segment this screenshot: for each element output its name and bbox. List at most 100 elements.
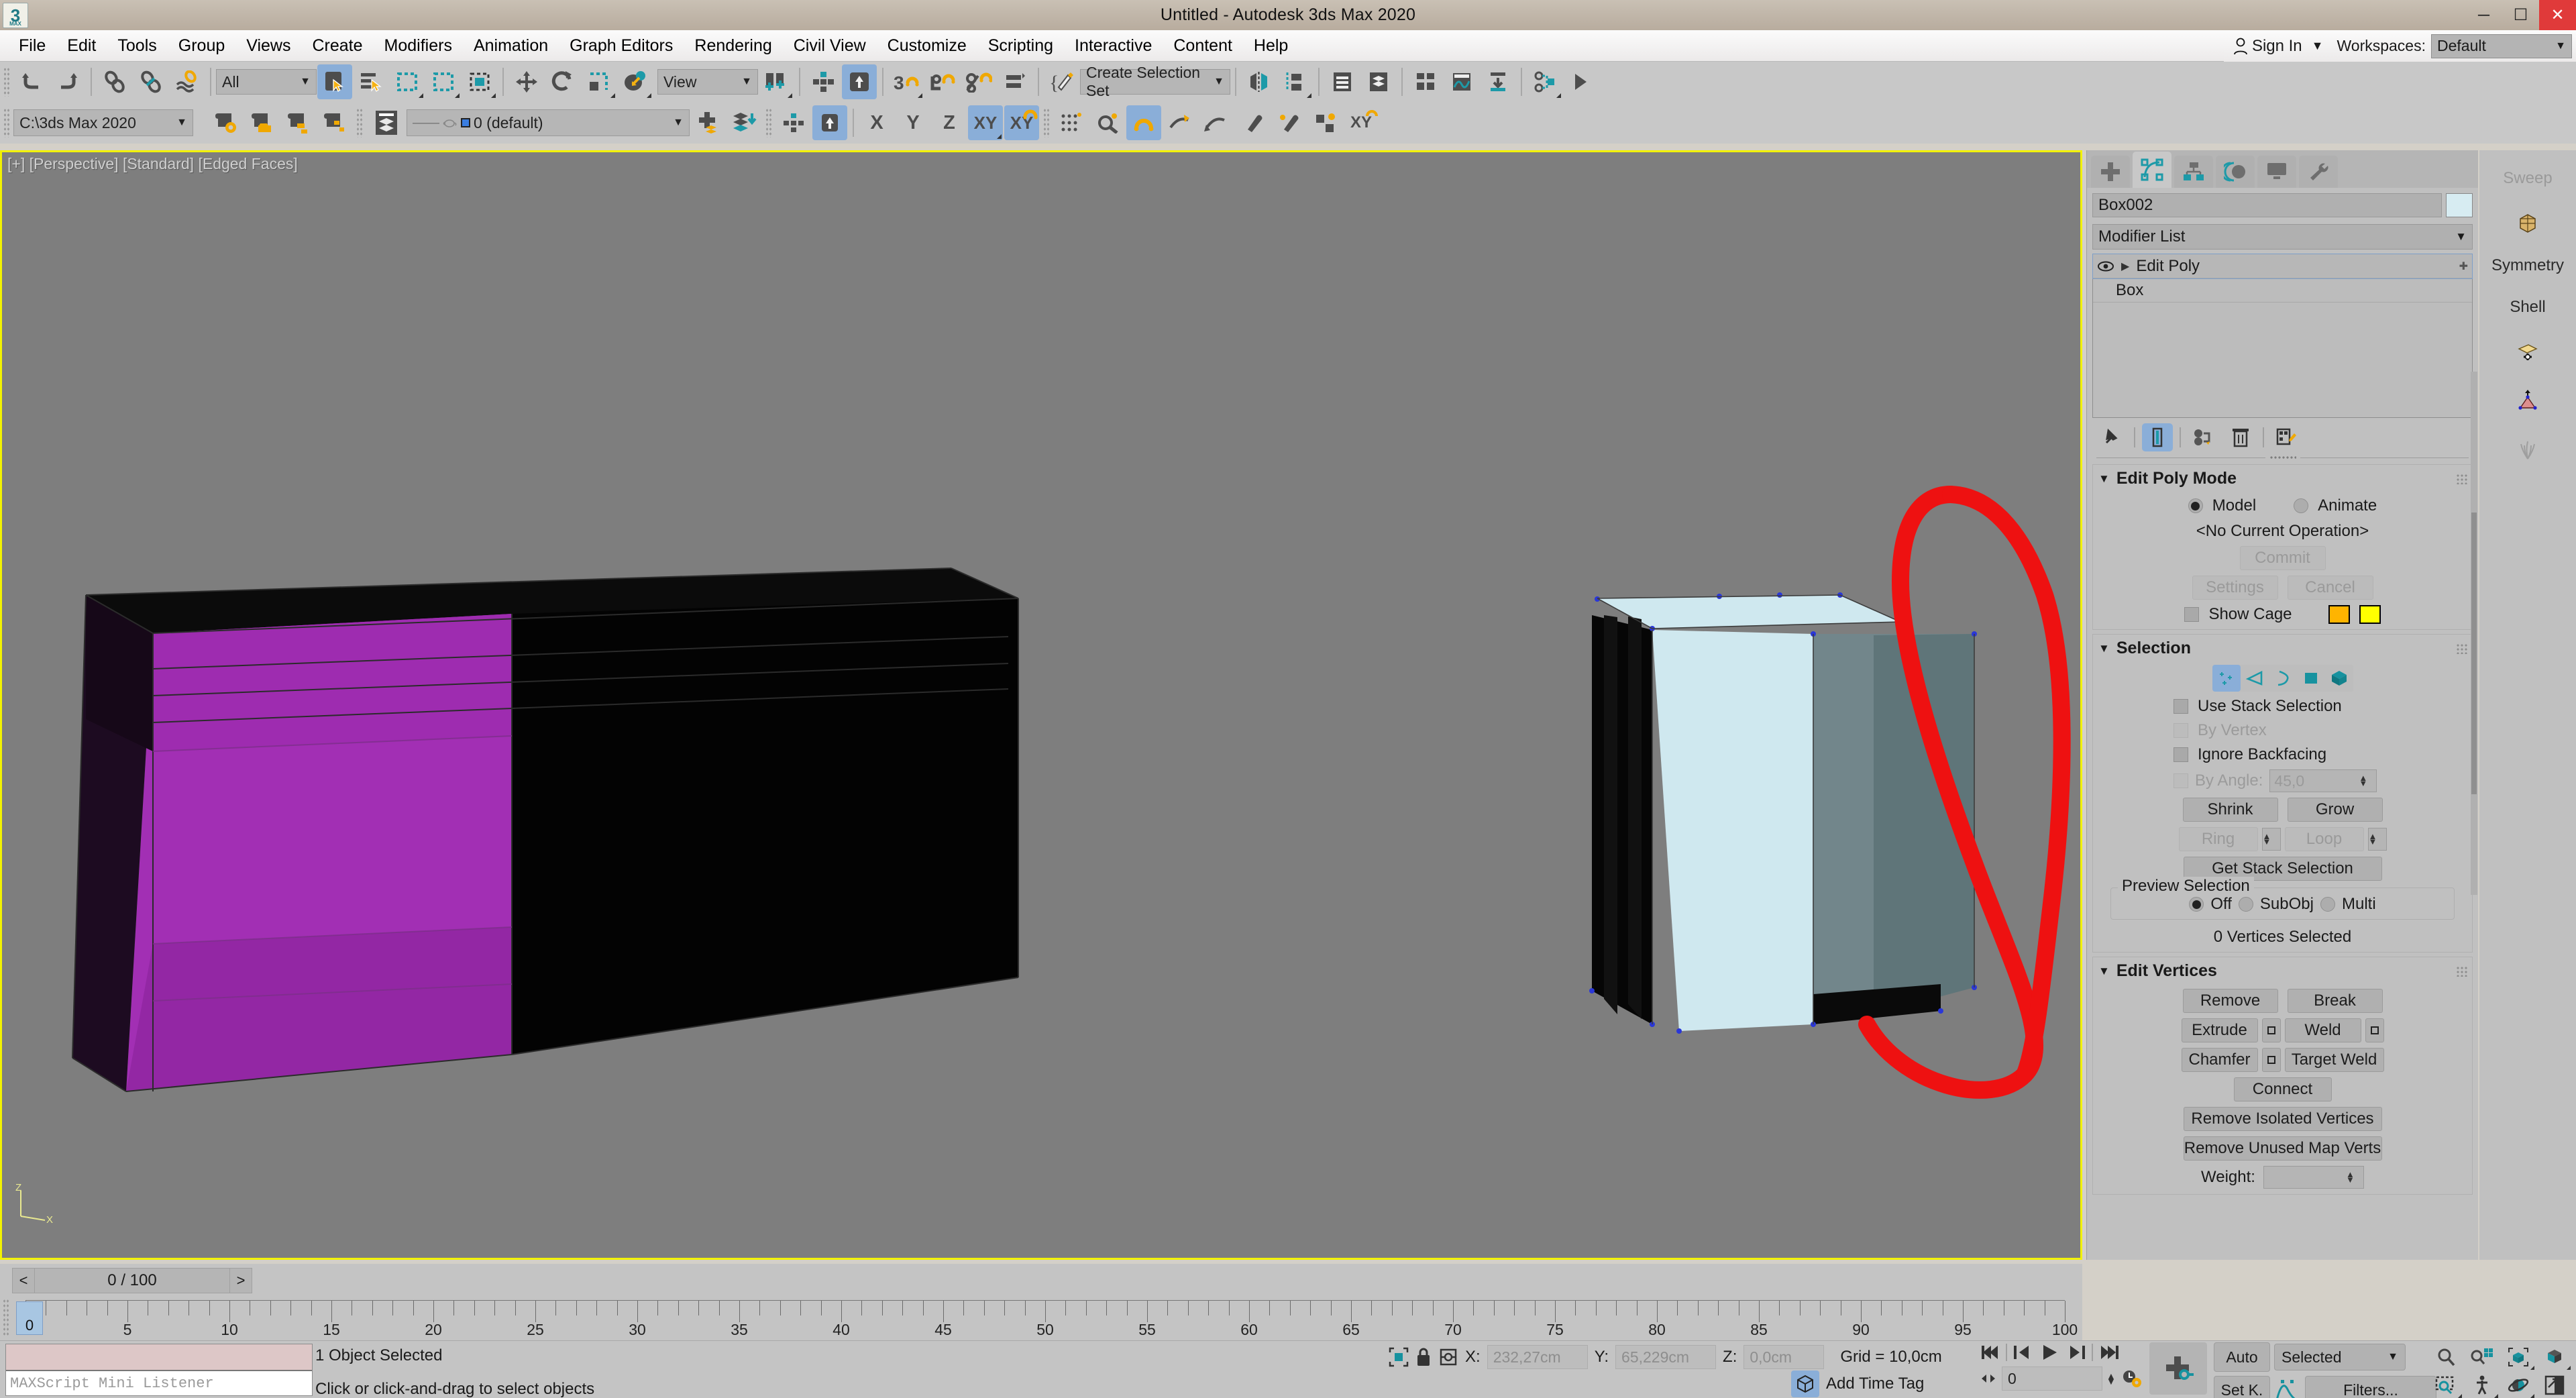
shrink-button[interactable]: Shrink xyxy=(2182,798,2278,822)
rollout-header-edit-poly-mode[interactable]: ▼ Edit Poly Mode xyxy=(2093,465,2472,491)
select-by-name-icon[interactable] xyxy=(354,64,388,99)
snap-xy-icon[interactable]: XY xyxy=(1344,105,1379,140)
by-angle-spinner[interactable]: 45,0 ▲ ▼ xyxy=(2269,769,2377,792)
set-key-icon-button[interactable] xyxy=(2149,1342,2207,1395)
select-and-place-icon[interactable] xyxy=(618,64,653,99)
modifier-button-face-extrude[interactable] xyxy=(2479,389,2576,412)
sign-in-chevron-icon[interactable]: ▼ xyxy=(2312,39,2332,53)
cage-color-swatch-2[interactable] xyxy=(2359,605,2381,624)
render-to-texture-icon[interactable] xyxy=(1481,64,1515,99)
current-frame-field[interactable]: 0 xyxy=(2002,1366,2102,1391)
settings-button[interactable]: Settings xyxy=(2192,576,2278,600)
mirror-icon[interactable] xyxy=(1242,64,1277,99)
layer-manager-icon[interactable] xyxy=(367,105,406,140)
selection-filter-select[interactable]: All ▼ xyxy=(216,69,317,95)
grow-button[interactable]: Grow xyxy=(2287,798,2383,822)
redo-icon[interactable] xyxy=(50,64,85,99)
weight-spinner[interactable]: ▲ ▼ xyxy=(2263,1166,2364,1189)
modifier-button-symmetry[interactable]: Symmetry xyxy=(2479,256,2576,275)
mini-listener-output[interactable] xyxy=(6,1344,312,1370)
select-and-scale-icon[interactable] xyxy=(582,64,616,99)
weld-button[interactable]: Weld xyxy=(2284,1018,2361,1042)
maximize-button[interactable]: ☐ xyxy=(2502,0,2539,30)
edge-level-icon[interactable] xyxy=(2241,665,2269,692)
menu-customize[interactable]: Customize xyxy=(877,34,977,58)
border-level-icon[interactable] xyxy=(2269,665,2297,692)
transform-type-in-icon[interactable] xyxy=(776,105,811,140)
spinner-arrows-icon[interactable]: ▲ ▼ xyxy=(2346,1170,2359,1184)
model-radio[interactable] xyxy=(2188,498,2203,513)
axis-xy-button[interactable]: XY xyxy=(968,105,1003,140)
scene-explorer-icon[interactable] xyxy=(1325,64,1360,99)
select-and-manipulate-icon[interactable] xyxy=(842,64,877,99)
render-setup-icon[interactable] xyxy=(1564,64,1599,99)
element-level-icon[interactable] xyxy=(2325,665,2353,692)
add-time-tag-area[interactable]: Add Time Tag xyxy=(1791,1370,1924,1397)
snap-settings-icon[interactable] xyxy=(1090,105,1125,140)
menu-graph-editors[interactable]: Graph Editors xyxy=(559,34,684,58)
frame-spinner-icon[interactable]: ▲ ▼ xyxy=(2106,1371,2117,1386)
use-stack-selection-checkbox[interactable] xyxy=(2174,699,2188,714)
project-folder-select[interactable]: C:\3ds Max 2020 ▼ xyxy=(13,109,193,136)
preview-subobj-radio[interactable] xyxy=(2238,897,2253,912)
go-to-end-icon[interactable] xyxy=(2097,1342,2120,1362)
menu-civil-view[interactable]: Civil View xyxy=(783,34,877,58)
modifier-stack-item-edit-poly[interactable]: ▶ Edit Poly ✚ xyxy=(2092,254,2473,279)
selection-lock-icon[interactable] xyxy=(1415,1347,1432,1367)
loop-spinner[interactable]: ▲ ▼ xyxy=(2367,828,2387,851)
motion-tab[interactable] xyxy=(2216,156,2255,188)
pan-walkthrough-icon[interactable] xyxy=(2465,1372,2500,1398)
loop-button[interactable]: Loop xyxy=(2284,827,2364,851)
menu-edit[interactable]: Edit xyxy=(56,34,107,58)
make-unique-icon[interactable] xyxy=(2188,423,2218,451)
previous-frame-button[interactable]: < xyxy=(12,1268,35,1293)
modifier-list-select[interactable]: Modifier List ▼ xyxy=(2092,224,2473,250)
toolbar-grip[interactable] xyxy=(3,108,10,138)
rectangular-selection-region-icon[interactable] xyxy=(390,64,425,99)
project-explorer-icon[interactable] xyxy=(317,105,352,140)
bind-to-space-warp-icon[interactable] xyxy=(170,64,205,99)
modifier-button-sweep[interactable]: Sweep xyxy=(2479,169,2576,188)
reference-coordinate-system-select[interactable]: View ▼ xyxy=(657,69,758,95)
unlink-selection-icon[interactable] xyxy=(133,64,168,99)
key-filter-select[interactable]: Selected ▼ xyxy=(2274,1344,2406,1370)
hierarchy-tab[interactable] xyxy=(2174,156,2213,188)
menu-views[interactable]: Views xyxy=(235,34,301,58)
menu-create[interactable]: Create xyxy=(302,34,374,58)
timeline-ruler[interactable]: 0 5 10 15 20 25 30 35 40 45 50 55 60 65 70 75 80 85 90 95 10… xyxy=(16,1300,2078,1339)
set-project-folder-icon[interactable] xyxy=(245,105,280,140)
ring-spinner[interactable]: ▲ ▼ xyxy=(2261,828,2281,851)
select-and-rotate-icon[interactable] xyxy=(545,64,580,99)
menu-content[interactable]: Content xyxy=(1163,34,1243,58)
remove-isolated-vertices-button[interactable]: Remove Isolated Vertices xyxy=(2183,1107,2382,1131)
remove-modifier-icon[interactable] xyxy=(2225,423,2256,451)
chamfer-button[interactable]: Chamfer xyxy=(2181,1048,2258,1072)
create-tab[interactable] xyxy=(2091,156,2130,188)
extrude-button[interactable]: Extrude xyxy=(2181,1018,2258,1042)
play-animation-icon[interactable] xyxy=(2038,1342,2061,1362)
menu-scripting[interactable]: Scripting xyxy=(977,34,1064,58)
auto-key-button[interactable]: Auto xyxy=(2214,1342,2270,1372)
filters-button[interactable]: Filters... xyxy=(2305,1376,2436,1398)
weld-settings-button[interactable] xyxy=(2365,1018,2384,1042)
chamfer-settings-button[interactable] xyxy=(2261,1048,2281,1072)
rollout-header-edit-vertices[interactable]: ▼ Edit Vertices xyxy=(2093,957,2472,983)
zoom-all-icon[interactable] xyxy=(2465,1344,2500,1370)
zoom-icon[interactable] xyxy=(2428,1344,2463,1370)
toggle-scene-explorer-icon[interactable] xyxy=(1408,64,1443,99)
extrude-settings-button[interactable] xyxy=(2261,1018,2281,1042)
spinner-arrows-icon[interactable]: ▲ ▼ xyxy=(2369,832,2382,846)
measure-tool2-icon[interactable] xyxy=(1199,105,1234,140)
rollout-header-selection[interactable]: ▼ Selection xyxy=(2093,635,2472,661)
modifier-button-shell[interactable]: Shell xyxy=(2479,298,2576,317)
field-of-view-icon[interactable] xyxy=(2428,1372,2463,1398)
by-angle-checkbox[interactable] xyxy=(2174,773,2188,788)
coord-y-field[interactable]: 65,229cm xyxy=(1615,1345,1717,1369)
expand-arrow-icon[interactable]: ▶ xyxy=(2121,260,2129,273)
paint-deform-icon[interactable] xyxy=(1271,105,1306,140)
undo-icon[interactable] xyxy=(14,64,49,99)
sign-in-button[interactable]: Sign In xyxy=(2224,37,2312,56)
menu-tools[interactable]: Tools xyxy=(107,34,167,58)
snap-toggle-3d-icon[interactable]: 3 xyxy=(889,64,924,99)
toolbar-grip[interactable] xyxy=(765,108,772,138)
